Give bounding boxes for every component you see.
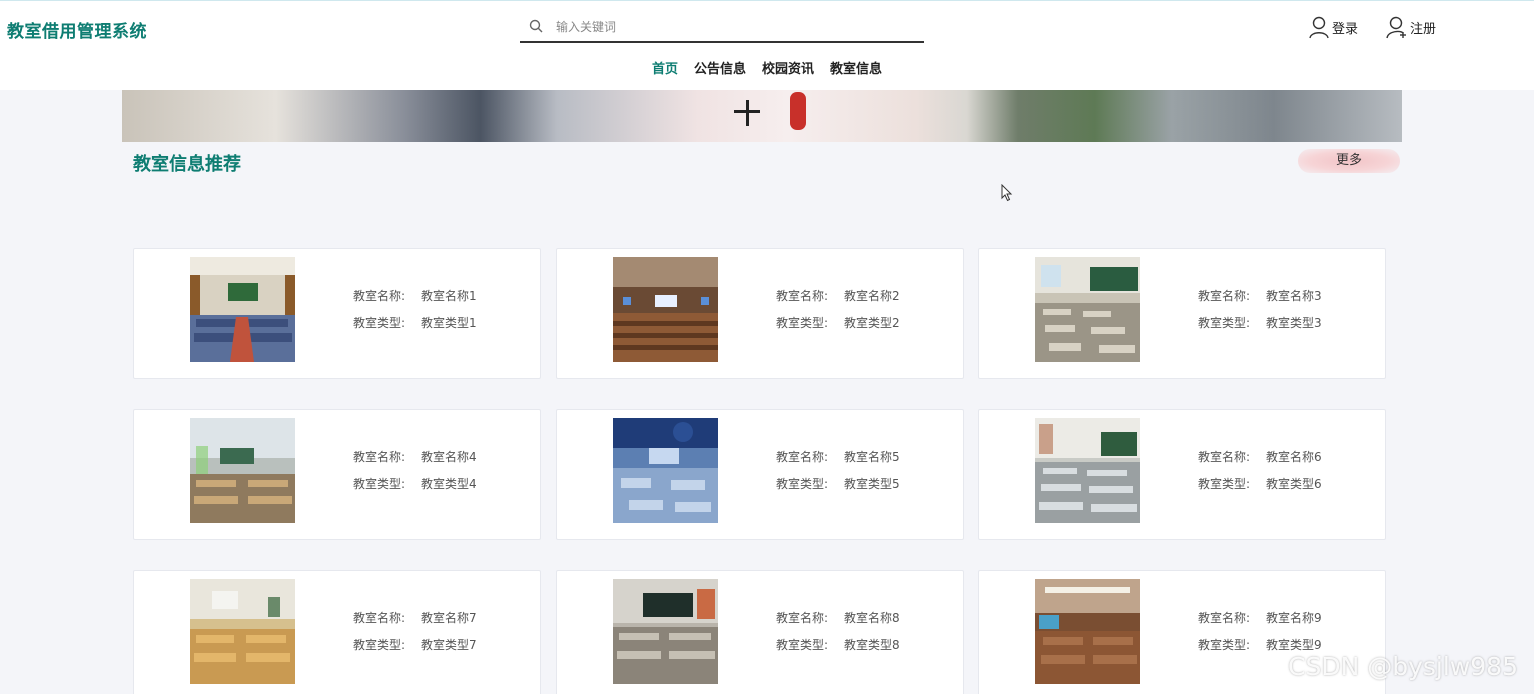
login-link[interactable]: 登录 xyxy=(1308,13,1358,41)
type-label: 教室类型: xyxy=(353,638,406,652)
name-label: 教室名称: xyxy=(1198,289,1251,303)
mouse-cursor-icon xyxy=(1001,184,1013,202)
watermark: CSDN @bysjlw985 xyxy=(1288,652,1518,681)
classroom-name: 教室名称4 xyxy=(421,450,477,464)
name-label: 教室名称: xyxy=(1198,611,1251,625)
classroom-thumbnail-1 xyxy=(190,257,295,362)
classroom-info-7: 教室名称: 教室名称7 教室类型: 教室类型7 xyxy=(353,609,477,663)
classroom-name: 教室名称1 xyxy=(421,289,477,303)
nav-item-classrooms[interactable]: 教室信息 xyxy=(830,59,882,81)
classroom-card-8[interactable]: 教室名称: 教室名称8 教室类型: 教室类型8 xyxy=(556,570,964,694)
search-icon[interactable] xyxy=(529,19,543,33)
more-button[interactable]: 更多 xyxy=(1298,149,1400,173)
name-label: 教室名称: xyxy=(776,289,829,303)
user-add-icon xyxy=(1386,16,1406,39)
classroom-info-2: 教室名称: 教室名称2 教室类型: 教室类型2 xyxy=(776,287,900,341)
name-label: 教室名称: xyxy=(776,611,829,625)
classroom-thumbnail-4 xyxy=(190,418,295,523)
classroom-type: 教室类型6 xyxy=(1266,477,1322,491)
type-label: 教室类型: xyxy=(353,477,406,491)
classroom-type: 教室类型3 xyxy=(1266,316,1322,330)
classroom-type: 教室类型2 xyxy=(844,316,900,330)
classroom-name: 教室名称6 xyxy=(1266,450,1322,464)
classroom-type: 教室类型7 xyxy=(421,638,477,652)
classroom-type: 教室类型1 xyxy=(421,316,477,330)
nav-item-campus-news[interactable]: 校园资讯 xyxy=(762,59,814,81)
login-label: 登录 xyxy=(1332,21,1359,37)
classroom-name: 教室名称8 xyxy=(844,611,900,625)
classroom-info-5: 教室名称: 教室名称5 教室类型: 教室类型5 xyxy=(776,448,900,502)
classroom-info-6: 教室名称: 教室名称6 教室类型: 教室类型6 xyxy=(1198,448,1322,502)
type-label: 教室类型: xyxy=(776,477,829,491)
classroom-name: 教室名称7 xyxy=(421,611,477,625)
name-label: 教室名称: xyxy=(353,450,406,464)
nav-item-home[interactable]: 首页 xyxy=(652,59,678,81)
classroom-thumbnail-8 xyxy=(613,579,718,684)
type-label: 教室类型: xyxy=(353,316,406,330)
name-label: 教室名称: xyxy=(776,450,829,464)
type-label: 教室类型: xyxy=(1198,316,1251,330)
name-label: 教室名称: xyxy=(1198,450,1251,464)
main-nav: 首页 公告信息 校园资讯 教室信息 xyxy=(0,59,1534,83)
classroom-info-1: 教室名称: 教室名称1 教室类型: 教室类型1 xyxy=(353,287,477,341)
classroom-card-5[interactable]: 教室名称: 教室名称5 教室类型: 教室类型5 xyxy=(556,409,964,540)
classroom-card-4[interactable]: 教室名称: 教室名称4 教室类型: 教室类型4 xyxy=(133,409,541,540)
type-label: 教室类型: xyxy=(1198,638,1251,652)
classroom-type: 教室类型4 xyxy=(421,477,477,491)
user-icon xyxy=(1309,16,1329,39)
site-title[interactable]: 教室借用管理系统 xyxy=(7,17,147,42)
classroom-thumbnail-3 xyxy=(1035,257,1140,362)
classroom-name: 教室名称5 xyxy=(844,450,900,464)
type-label: 教室类型: xyxy=(776,638,829,652)
top-header: 教室借用管理系统 登录 注册 首页 公告信息 校园资讯 教室信息 xyxy=(0,0,1534,90)
classroom-thumbnail-5 xyxy=(613,418,718,523)
classroom-thumbnail-6 xyxy=(1035,418,1140,523)
classroom-name: 教室名称9 xyxy=(1266,611,1322,625)
nav-item-announcements[interactable]: 公告信息 xyxy=(694,59,746,81)
type-label: 教室类型: xyxy=(776,316,829,330)
register-link[interactable]: 注册 xyxy=(1386,13,1436,41)
classroom-card-2[interactable]: 教室名称: 教室名称2 教室类型: 教室类型2 xyxy=(556,248,964,379)
banner-calligraphy xyxy=(734,100,760,126)
classroom-thumbnail-7 xyxy=(190,579,295,684)
classroom-card-7[interactable]: 教室名称: 教室名称7 教室类型: 教室类型7 xyxy=(133,570,541,694)
name-label: 教室名称: xyxy=(353,611,406,625)
banner-carousel[interactable] xyxy=(122,90,1402,142)
name-label: 教室名称: xyxy=(353,289,406,303)
classroom-info-3: 教室名称: 教室名称3 教室类型: 教室类型3 xyxy=(1198,287,1322,341)
classroom-thumbnail-2 xyxy=(613,257,718,362)
search-bar xyxy=(520,13,924,43)
classroom-type: 教室类型8 xyxy=(844,638,900,652)
banner-seal xyxy=(790,92,806,130)
classroom-card-3[interactable]: 教室名称: 教室名称3 教室类型: 教室类型3 xyxy=(978,248,1386,379)
classroom-type: 教室类型5 xyxy=(844,477,900,491)
section-title: 教室信息推荐 xyxy=(133,154,241,175)
classroom-thumbnail-9 xyxy=(1035,579,1140,684)
classroom-info-4: 教室名称: 教室名称4 教室类型: 教室类型4 xyxy=(353,448,477,502)
classroom-name: 教室名称2 xyxy=(844,289,900,303)
classroom-card-1[interactable]: 教室名称: 教室名称1 教室类型: 教室类型1 xyxy=(133,248,541,379)
classroom-info-8: 教室名称: 教室名称8 教室类型: 教室类型8 xyxy=(776,609,900,663)
type-label: 教室类型: xyxy=(1198,477,1251,491)
register-label: 注册 xyxy=(1410,21,1437,37)
classroom-card-6[interactable]: 教室名称: 教室名称6 教室类型: 教室类型6 xyxy=(978,409,1386,540)
search-input[interactable] xyxy=(556,17,916,37)
classroom-name: 教室名称3 xyxy=(1266,289,1322,303)
